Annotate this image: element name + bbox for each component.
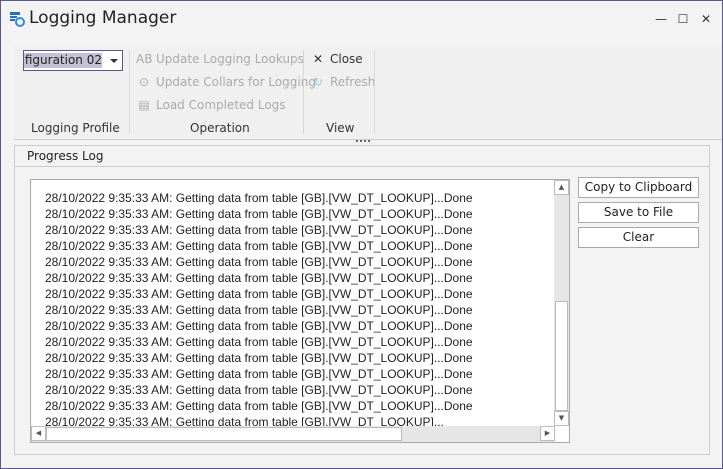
scroll-up-icon[interactable]: ▲ xyxy=(554,180,569,195)
ribbon: nfiguration 02 Logging Profile AB Update … xyxy=(14,46,722,140)
clear-button[interactable]: Clear xyxy=(578,227,699,248)
log-line: 28/10/2022 9:35:33 AM: Getting data from… xyxy=(45,239,473,253)
group-divider xyxy=(303,50,304,134)
minimize-button[interactable]: — xyxy=(651,9,671,29)
save-to-file-button[interactable]: Save to File xyxy=(578,202,699,223)
log-line-partial xyxy=(45,180,473,190)
close-icon: ✕ xyxy=(312,52,324,66)
button-label: Refresh xyxy=(330,75,376,89)
log-line: 28/10/2022 9:35:33 AM: Getting data from… xyxy=(45,255,473,269)
log-line: 28/10/2022 9:35:33 AM: Getting data from… xyxy=(45,399,473,413)
update-logging-lookups-button[interactable]: AB Update Logging Lookups xyxy=(136,49,304,69)
log-line: 28/10/2022 9:35:33 AM: Getting data from… xyxy=(45,191,473,205)
log-line: 28/10/2022 9:35:33 AM: Getting data from… xyxy=(45,223,473,237)
scroll-down-icon[interactable]: ▼ xyxy=(554,411,569,426)
update-collars-button[interactable]: ⊙ Update Collars for Logging xyxy=(136,72,316,92)
progress-log-textbox[interactable]: 28/10/2022 9:35:33 AM: Getting data from… xyxy=(30,179,570,443)
log-line: 28/10/2022 9:35:33 AM: Getting data from… xyxy=(45,335,473,349)
group-label-operation: Operation xyxy=(190,121,250,135)
log-line: 28/10/2022 9:35:33 AM: Getting data from… xyxy=(45,271,473,285)
log-line: 28/10/2022 9:35:33 AM: Getting data from… xyxy=(45,287,473,301)
group-divider xyxy=(374,50,375,134)
location-pin-icon: ⊙ xyxy=(138,75,150,89)
scroll-left-icon[interactable]: ◀ xyxy=(31,426,46,441)
scroll-right-icon[interactable]: ▶ xyxy=(540,426,555,441)
panel-title: Progress Log xyxy=(27,149,104,163)
logging-profile-dropdown[interactable]: nfiguration 02 xyxy=(23,50,123,71)
divider xyxy=(15,166,709,167)
log-lines: 28/10/2022 9:35:33 AM: Getting data from… xyxy=(45,180,473,430)
app-icon xyxy=(10,12,25,27)
title-bar: Logging Manager — ☐ ✕ xyxy=(1,1,722,37)
button-label: Close xyxy=(330,52,363,66)
log-list-icon: ▤ xyxy=(138,98,150,112)
log-line: 28/10/2022 9:35:33 AM: Getting data from… xyxy=(45,351,473,365)
logging-manager-window: Logging Manager — ☐ ✕ nfiguration 02 Log… xyxy=(0,0,723,469)
horizontal-scrollbar[interactable]: ◀ ▶ xyxy=(31,426,555,442)
copy-to-clipboard-button[interactable]: Copy to Clipboard xyxy=(578,177,699,198)
lookup-icon: AB xyxy=(136,52,153,66)
log-line: 28/10/2022 9:35:33 AM: Getting data from… xyxy=(45,207,473,221)
horizontal-scroll-thumb[interactable] xyxy=(46,427,402,441)
group-label-logging-profile: Logging Profile xyxy=(31,121,120,135)
window-title: Logging Manager xyxy=(29,8,177,28)
close-window-button[interactable]: ✕ xyxy=(696,9,716,29)
progress-log-panel: Progress Log 28/10/2022 9:35:33 AM: Gett… xyxy=(14,145,710,455)
maximize-button[interactable]: ☐ xyxy=(673,9,693,29)
load-completed-logs-button[interactable]: ▤ Load Completed Logs xyxy=(136,95,286,115)
refresh-button[interactable]: ↻ Refresh xyxy=(310,72,375,92)
refresh-icon: ↻ xyxy=(312,75,324,89)
button-label: Load Completed Logs xyxy=(156,98,286,112)
vertical-scroll-thumb[interactable] xyxy=(555,301,568,411)
log-line: 28/10/2022 9:35:33 AM: Getting data from… xyxy=(45,383,473,397)
profile-value: nfiguration 02 xyxy=(24,53,102,68)
vertical-scrollbar[interactable]: ▲ ▼ xyxy=(554,180,569,426)
ribbon-resize-grip[interactable] xyxy=(356,140,370,142)
log-line: 28/10/2022 9:35:33 AM: Getting data from… xyxy=(45,303,473,317)
chevron-down-icon xyxy=(110,59,118,63)
group-divider xyxy=(129,50,130,134)
button-label: Update Logging Lookups xyxy=(156,52,304,66)
log-line: 28/10/2022 9:35:33 AM: Getting data from… xyxy=(45,319,473,333)
group-label-view: View xyxy=(326,121,355,135)
button-label: Update Collars for Logging xyxy=(156,75,316,89)
close-button[interactable]: ✕ Close xyxy=(310,49,363,69)
log-line: 28/10/2022 9:35:33 AM: Getting data from… xyxy=(45,367,473,381)
